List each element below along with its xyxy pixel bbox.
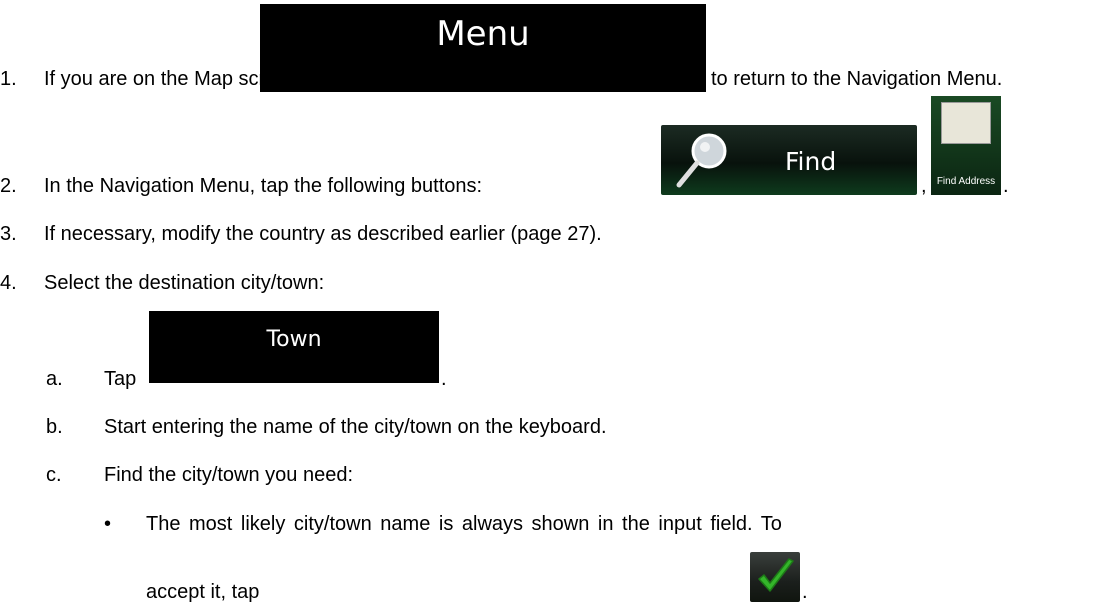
bullet-text-line1: The most likely city/town name is always… (146, 513, 782, 535)
town-button[interactable]: Town (149, 311, 439, 383)
step-1-number: 1. (0, 68, 17, 90)
step-2-separator: , (921, 175, 927, 197)
step-2-text: In the Navigation Menu, tap the followin… (44, 175, 483, 197)
checkmark-icon (758, 558, 794, 592)
step-1-text-end: to return to the Navigation Menu. (711, 68, 1003, 90)
find-button-label: Find (785, 147, 837, 176)
step-4b-letter: b. (46, 416, 63, 438)
accept-button[interactable] (750, 552, 800, 602)
step-4c-text: Find the city/town you need: (104, 464, 354, 486)
step-4a-letter: a. (46, 368, 63, 390)
step-4a-text: Tap (104, 368, 137, 390)
step-4-number: 4. (0, 272, 17, 294)
step-2-number: 2. (0, 175, 17, 197)
step-3-text: If necessary, modify the country as desc… (44, 223, 602, 245)
find-address-button[interactable]: Find Address (931, 96, 1001, 195)
bullet-symbol: • (104, 513, 112, 535)
step-4b-text: Start entering the name of the city/town… (104, 416, 607, 438)
menu-button[interactable]: Menu (260, 4, 706, 92)
step-4-text: Select the destination city/town: (44, 272, 325, 294)
step-2-end: . (1003, 175, 1009, 197)
find-address-label: Find Address (936, 176, 996, 187)
bullet-text-line2: accept it, tap (146, 581, 260, 603)
step-4c-letter: c. (46, 464, 62, 486)
bullet-end: . (802, 581, 808, 603)
magnifier-icon (676, 133, 727, 188)
envelope-icon (941, 102, 991, 144)
step-3-number: 3. (0, 223, 17, 245)
step-4a-end: . (441, 368, 447, 390)
find-button[interactable]: Find (661, 125, 917, 195)
